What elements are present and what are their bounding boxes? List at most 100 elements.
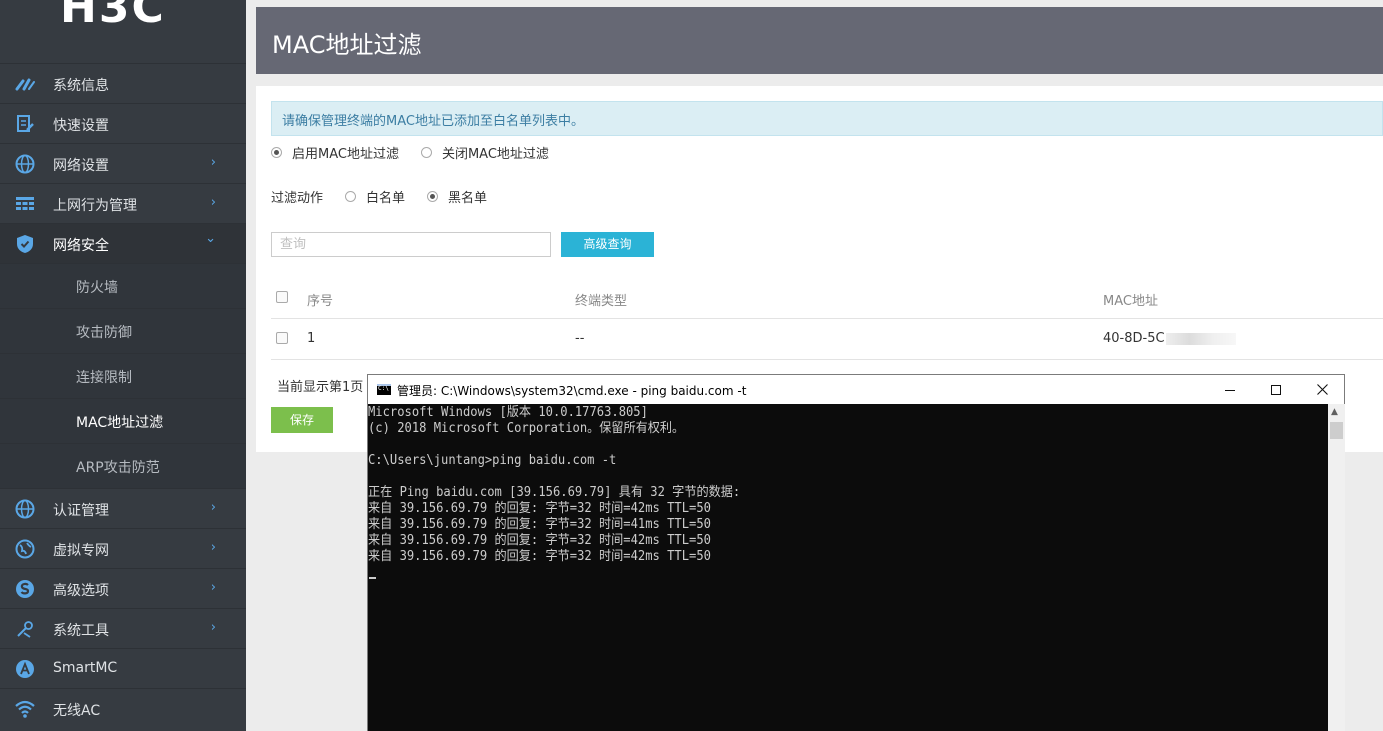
filter-action-group: 过滤动作 白名单 黑名单 (271, 187, 509, 206)
quick-setup-icon (14, 113, 36, 135)
blacklist-label[interactable]: 黑名单 (448, 187, 487, 206)
mac-text: 40-8D-5C (1103, 331, 1165, 346)
chevron-right-icon: › (210, 500, 216, 515)
whitelist-label[interactable]: 白名单 (366, 187, 405, 206)
enable-filter-radio[interactable] (271, 147, 282, 158)
sidebar-item-label: 网络安全 (53, 238, 109, 254)
sidebar-subitem-arp-defense[interactable]: ARP攻击防范 (0, 443, 246, 488)
sidebar-item-quick-setup[interactable]: 快速设置 (0, 103, 246, 143)
vpn-globe-icon (14, 538, 36, 560)
sidebar-subitem-firewall[interactable]: 防火墙 (0, 263, 246, 308)
sidebar-item-auth-management[interactable]: 认证管理 › (0, 488, 246, 528)
sidebar-subitem-label: 连接限制 (76, 370, 132, 386)
sidebar-item-vpn[interactable]: 虚拟专网 › (0, 528, 246, 568)
sidebar-item-label: 认证管理 (53, 503, 109, 519)
console-line: C:\Users\juntang>ping baidu.com -t (368, 453, 617, 468)
console-line: (c) 2018 Microsoft Corporation。保留所有权利。 (368, 421, 685, 436)
filter-action-label: 过滤动作 (271, 191, 324, 206)
chevron-right-icon: › (210, 620, 216, 635)
shield-icon (14, 233, 36, 255)
enable-filter-label[interactable]: 启用MAC地址过滤 (292, 143, 399, 162)
table-header-row: 序号 终端类型 MAC地址 (271, 278, 1383, 319)
sidebar-item-label: 上网行为管理 (53, 198, 137, 214)
cmd-titlebar[interactable]: 管理员: C:\Windows\system32\cmd.exe - ping … (368, 375, 1344, 404)
wifi-icon (14, 698, 36, 720)
filter-mode-group: 启用MAC地址过滤 关闭MAC地址过滤 (271, 143, 571, 162)
sidebar-item-label: 系统工具 (53, 623, 109, 639)
select-all-checkbox[interactable] (276, 291, 288, 303)
disable-filter-radio[interactable] (420, 147, 432, 158)
column-header-type: 终端类型 (575, 294, 628, 309)
sidebar: H3C 系统信息 快速设置 网络设置 › 上网行为管理 › 网络安全 ⌄ 防火墙… (0, 0, 246, 731)
chevron-right-icon: › (210, 195, 216, 210)
sidebar-item-label: SmartMC (53, 660, 118, 676)
table-row: 1 -- 40-8D-5C (271, 319, 1383, 360)
maximize-button[interactable] (1253, 375, 1299, 404)
sidebar-item-label: 无线AC (53, 703, 101, 719)
sidebar-subitem-label: 防火墙 (76, 280, 118, 296)
console-line: 来自 39.156.69.79 的回复: 字节=32 时间=42ms TTL=5… (368, 549, 711, 564)
advanced-icon (14, 578, 36, 600)
cmd-console[interactable]: Microsoft Windows [版本 10.0.17763.805] (c… (368, 404, 1328, 731)
tools-icon (14, 618, 36, 640)
blacklist-radio[interactable] (427, 191, 439, 202)
sidebar-item-network-security[interactable]: 网络安全 ⌄ (0, 223, 246, 263)
text-cursor (369, 577, 376, 579)
redacted-blur (1165, 332, 1236, 345)
sidebar-subitem-label: MAC地址过滤 (76, 415, 164, 431)
pagination-info: 当前显示第1页 (277, 380, 364, 395)
chevron-right-icon: › (210, 580, 216, 595)
console-line: 正在 Ping baidu.com [39.156.69.79] 具有 32 字… (368, 485, 741, 500)
chevron-right-icon: › (210, 540, 216, 555)
sidebar-subitem-label: ARP攻击防范 (76, 460, 160, 476)
close-button[interactable] (1299, 375, 1345, 404)
sidebar-item-label: 快速设置 (53, 118, 109, 134)
sidebar-item-smartmc[interactable]: SmartMC (0, 648, 246, 688)
chevron-down-icon: ⌄ (205, 231, 216, 246)
column-header-index: 序号 (307, 294, 334, 309)
h3c-logo: H3C (60, 0, 166, 33)
console-line: 来自 39.156.69.79 的回复: 字节=32 时间=42ms TTL=5… (368, 533, 711, 548)
cmd-window-title: 管理员: C:\Windows\system32\cmd.exe - ping … (397, 384, 747, 398)
cmd-scrollbar[interactable]: ▲ (1328, 404, 1345, 731)
sidebar-subitem-connection-limit[interactable]: 连接限制 (0, 353, 246, 398)
row-index: 1 (307, 331, 316, 346)
scroll-up-arrow-icon[interactable]: ▲ (1331, 407, 1338, 417)
notice-banner: 请确保管理终端的MAC地址已添加至白名单列表中。 (271, 101, 1383, 136)
sidebar-item-behavior-management[interactable]: 上网行为管理 › (0, 183, 246, 223)
whitelist-radio[interactable] (345, 191, 357, 202)
sidebar-item-label: 高级选项 (53, 583, 109, 599)
cmd-app-icon (377, 384, 391, 395)
minimize-icon (1225, 389, 1235, 391)
globe-icon (14, 153, 36, 175)
sidebar-item-wireless-ac[interactable]: 无线AC (0, 688, 246, 728)
row-checkbox[interactable] (276, 332, 288, 344)
save-button[interactable]: 保存 (271, 407, 333, 433)
maximize-icon (1271, 384, 1281, 395)
advanced-search-button[interactable]: 高级查询 (561, 232, 654, 257)
search-input[interactable] (271, 232, 551, 257)
minimize-button[interactable] (1207, 375, 1253, 404)
disable-filter-label[interactable]: 关闭MAC地址过滤 (442, 143, 549, 162)
sidebar-subitem-mac-filter[interactable]: MAC地址过滤 (0, 398, 246, 443)
chevron-right-icon: › (210, 155, 216, 170)
scroll-thumb[interactable] (1330, 422, 1343, 439)
sidebar-item-label: 系统信息 (53, 78, 109, 94)
console-line: Microsoft Windows [版本 10.0.17763.805] (368, 405, 648, 420)
smartmc-icon (14, 658, 36, 680)
sidebar-item-system-tools[interactable]: 系统工具 › (0, 608, 246, 648)
sidebar-item-system-info[interactable]: 系统信息 (0, 63, 246, 103)
sidebar-item-label: 网络设置 (53, 158, 109, 174)
column-header-mac: MAC地址 (1103, 294, 1158, 309)
close-icon (1316, 384, 1328, 395)
sidebar-item-advanced[interactable]: 高级选项 › (0, 568, 246, 608)
dashboard-icon (14, 73, 36, 95)
sidebar-item-network-settings[interactable]: 网络设置 › (0, 143, 246, 183)
sidebar-subitem-label: 攻击防御 (76, 325, 132, 341)
row-mac-address: 40-8D-5C (1103, 331, 1236, 346)
cmd-window: 管理员: C:\Windows\system32\cmd.exe - ping … (367, 374, 1345, 731)
behavior-grid-icon (14, 193, 36, 215)
page-header: MAC地址过滤 (256, 7, 1383, 74)
sidebar-subitem-attack-defense[interactable]: 攻击防御 (0, 308, 246, 353)
console-line: 来自 39.156.69.79 的回复: 字节=32 时间=42ms TTL=5… (368, 501, 711, 516)
